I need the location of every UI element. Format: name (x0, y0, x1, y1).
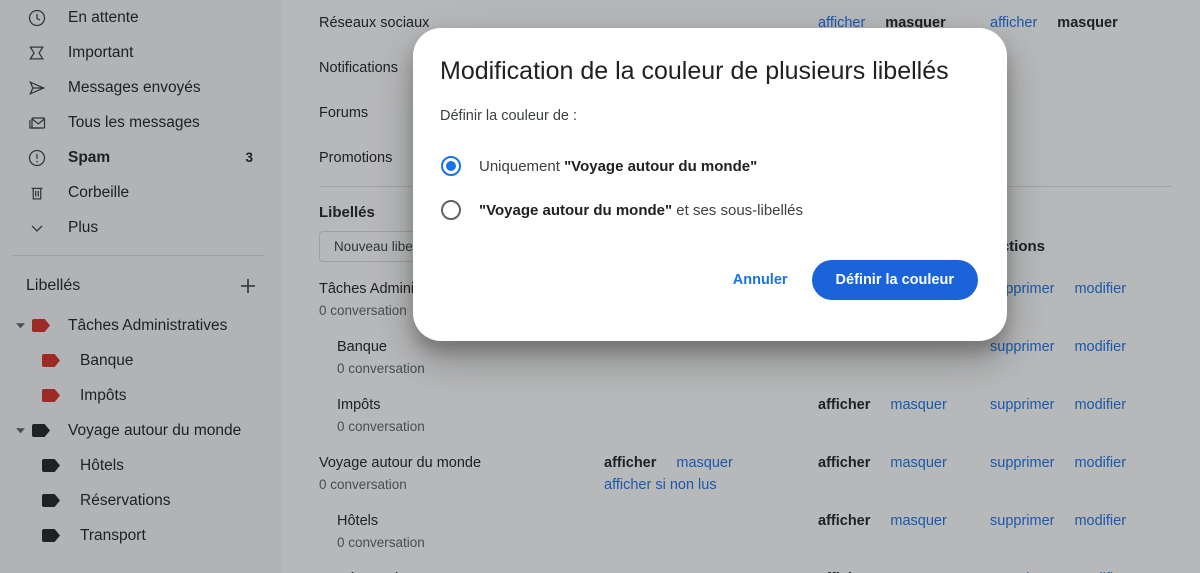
radio-option-label-name: "Voyage autour du monde" (479, 201, 673, 219)
radio-option-label-name: "Voyage autour du monde" (564, 157, 758, 175)
dialog-subtitle: Définir la couleur de : (440, 108, 578, 124)
cancel-button[interactable]: Annuler (719, 262, 802, 298)
radio-option-label: "Voyage autour du monde" et ses sous-lib… (479, 202, 803, 219)
radio-option-label: Uniquement "Voyage autour du monde" (479, 158, 757, 175)
radio-option-suffix: et ses sous-libellés (672, 201, 804, 219)
edit-label-color-dialog: Modification de la couleur de plusieurs … (413, 28, 1007, 341)
dialog-actions: Annuler Définir la couleur (437, 260, 983, 300)
screen: En attente Important Messages envoyés Tous … (0, 0, 1200, 573)
radio-button-icon[interactable] (441, 156, 461, 176)
color-scope-radio-group: Uniquement "Voyage autour du monde" "Voya… (437, 144, 983, 232)
radio-option-1[interactable]: Uniquement "Voyage autour du monde" (437, 144, 983, 188)
dialog-title: Modification de la couleur de plusieurs … (440, 57, 949, 85)
radio-option-2[interactable]: "Voyage autour du monde" et ses sous-lib… (437, 188, 983, 232)
radio-button-icon[interactable] (441, 200, 461, 220)
radio-option-prefix: Uniquement (479, 157, 565, 175)
set-color-button[interactable]: Définir la couleur (811, 260, 978, 300)
